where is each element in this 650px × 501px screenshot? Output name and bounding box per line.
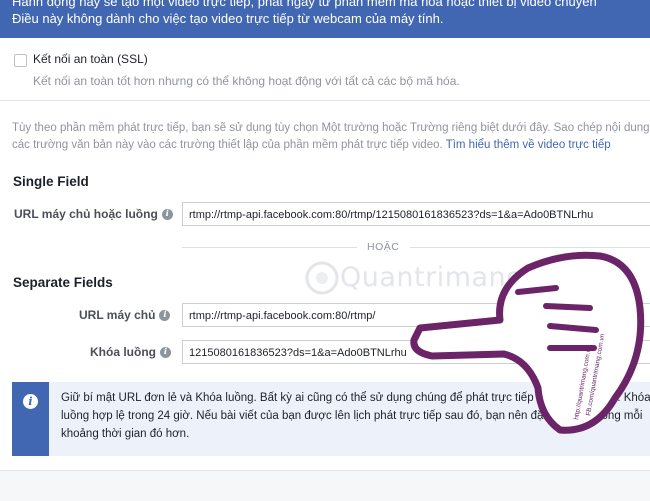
ssl-description: Kết nối an toàn tốt hơn nhưng có thể khô… — [33, 74, 460, 88]
server-or-stream-url-label: URL máy chủ hoặc luồng i — [14, 207, 173, 221]
server-url-label-text: URL máy chủ — [79, 308, 156, 322]
server-or-stream-url-label-text: URL máy chủ hoặc luồng — [14, 207, 158, 221]
or-divider-left — [182, 247, 357, 248]
stream-key-label: Khóa luồng i — [90, 345, 171, 359]
stream-url-input[interactable]: rtmp://rtmp-api.facebook.com:80/rtmp/121… — [182, 202, 650, 226]
notice-accent-bar: i — [12, 382, 49, 456]
info-icon[interactable]: i — [159, 310, 171, 322]
ssl-option: Kết nối an toàn (SSL) Kết nối an toàn tố… — [0, 38, 650, 100]
watermark-logo-icon — [305, 261, 339, 295]
or-divider-text: HOẶC — [367, 241, 400, 253]
instructions-text: Tùy theo phần mềm phát trực tiếp, bạn sẽ… — [12, 120, 650, 154]
ssl-label[interactable]: Kết nối an toàn (SSL) — [33, 52, 148, 66]
separate-fields-heading: Separate Fields — [13, 275, 113, 290]
learn-more-link[interactable]: Tìm hiểu thêm về video trực tiếp — [446, 139, 611, 151]
thumbs-down-icon: http://quantrimang.com.vn FB.com/quantri… — [410, 251, 645, 434]
footer-bar — [0, 470, 650, 501]
ssl-checkbox[interactable] — [14, 54, 27, 67]
banner-line-1: Hành động này sẽ tạo một video trực tiếp… — [12, 0, 597, 9]
stream-key-label-text: Khóa luồng — [90, 345, 156, 359]
info-icon[interactable]: i — [161, 209, 173, 221]
single-field-heading: Single Field — [13, 174, 89, 189]
top-banner: Hành động này sẽ tạo một video trực tiếp… — [0, 0, 650, 38]
server-url-label: URL máy chủ i — [79, 308, 171, 322]
info-icon: i — [23, 394, 38, 409]
divider — [0, 100, 650, 101]
info-icon[interactable]: i — [160, 347, 171, 359]
banner-line-2: Điều này không dành cho việc tạo video t… — [12, 11, 444, 26]
